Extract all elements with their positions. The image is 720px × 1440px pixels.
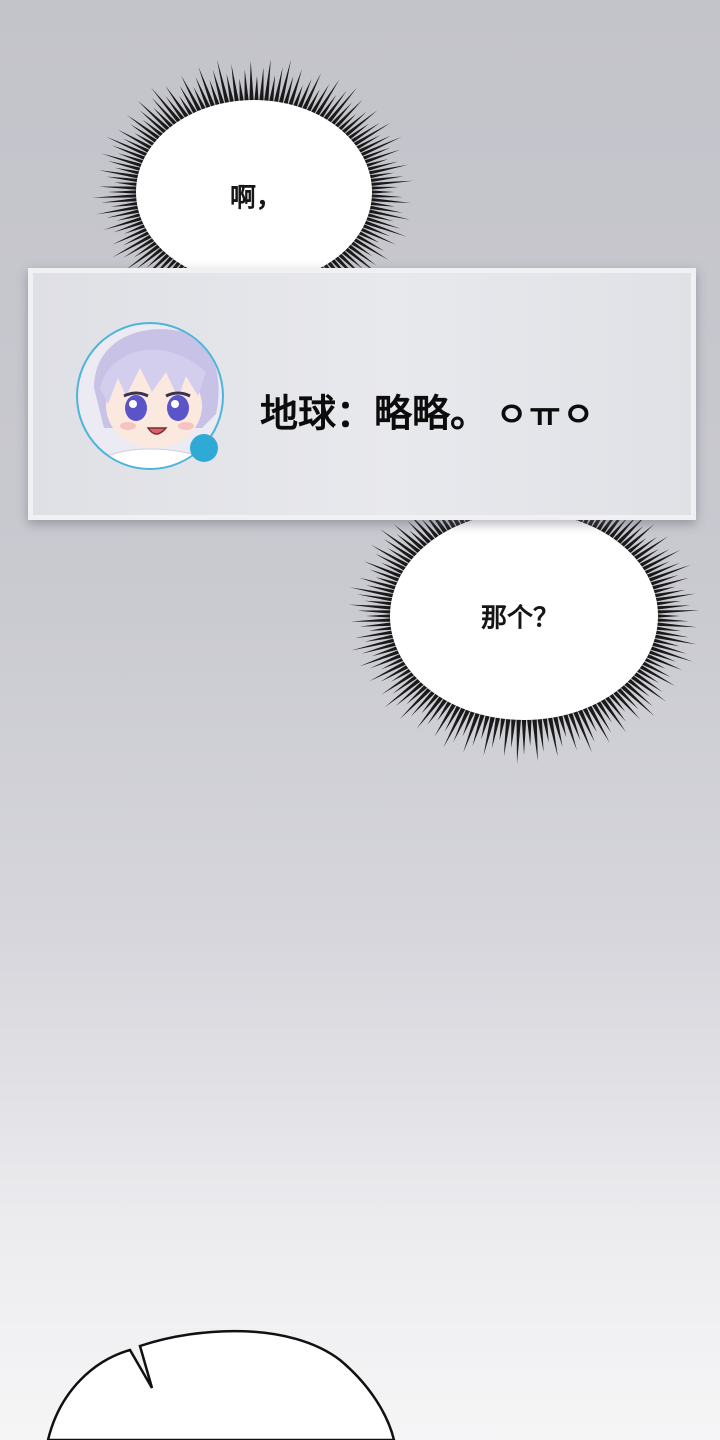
notification-message: 地球：略略。 ㅇㅠㅇ <box>260 383 596 438</box>
emoticon: ㅇㅠㅇ <box>496 395 596 436</box>
notification-text: 地球：略略。 <box>260 391 489 436</box>
notification-panel: 地球：略略。 ㅇㅠㅇ <box>28 268 696 520</box>
bubble-middle-text: 那个？ <box>480 603 560 634</box>
bubble-top-text: 啊， <box>229 183 283 214</box>
speech-bubble-bottom <box>46 1329 396 1440</box>
scene-canvas <box>46 59 700 1440</box>
chibi-character-avatar-icon <box>76 322 224 470</box>
status-dot-icon <box>190 434 218 462</box>
